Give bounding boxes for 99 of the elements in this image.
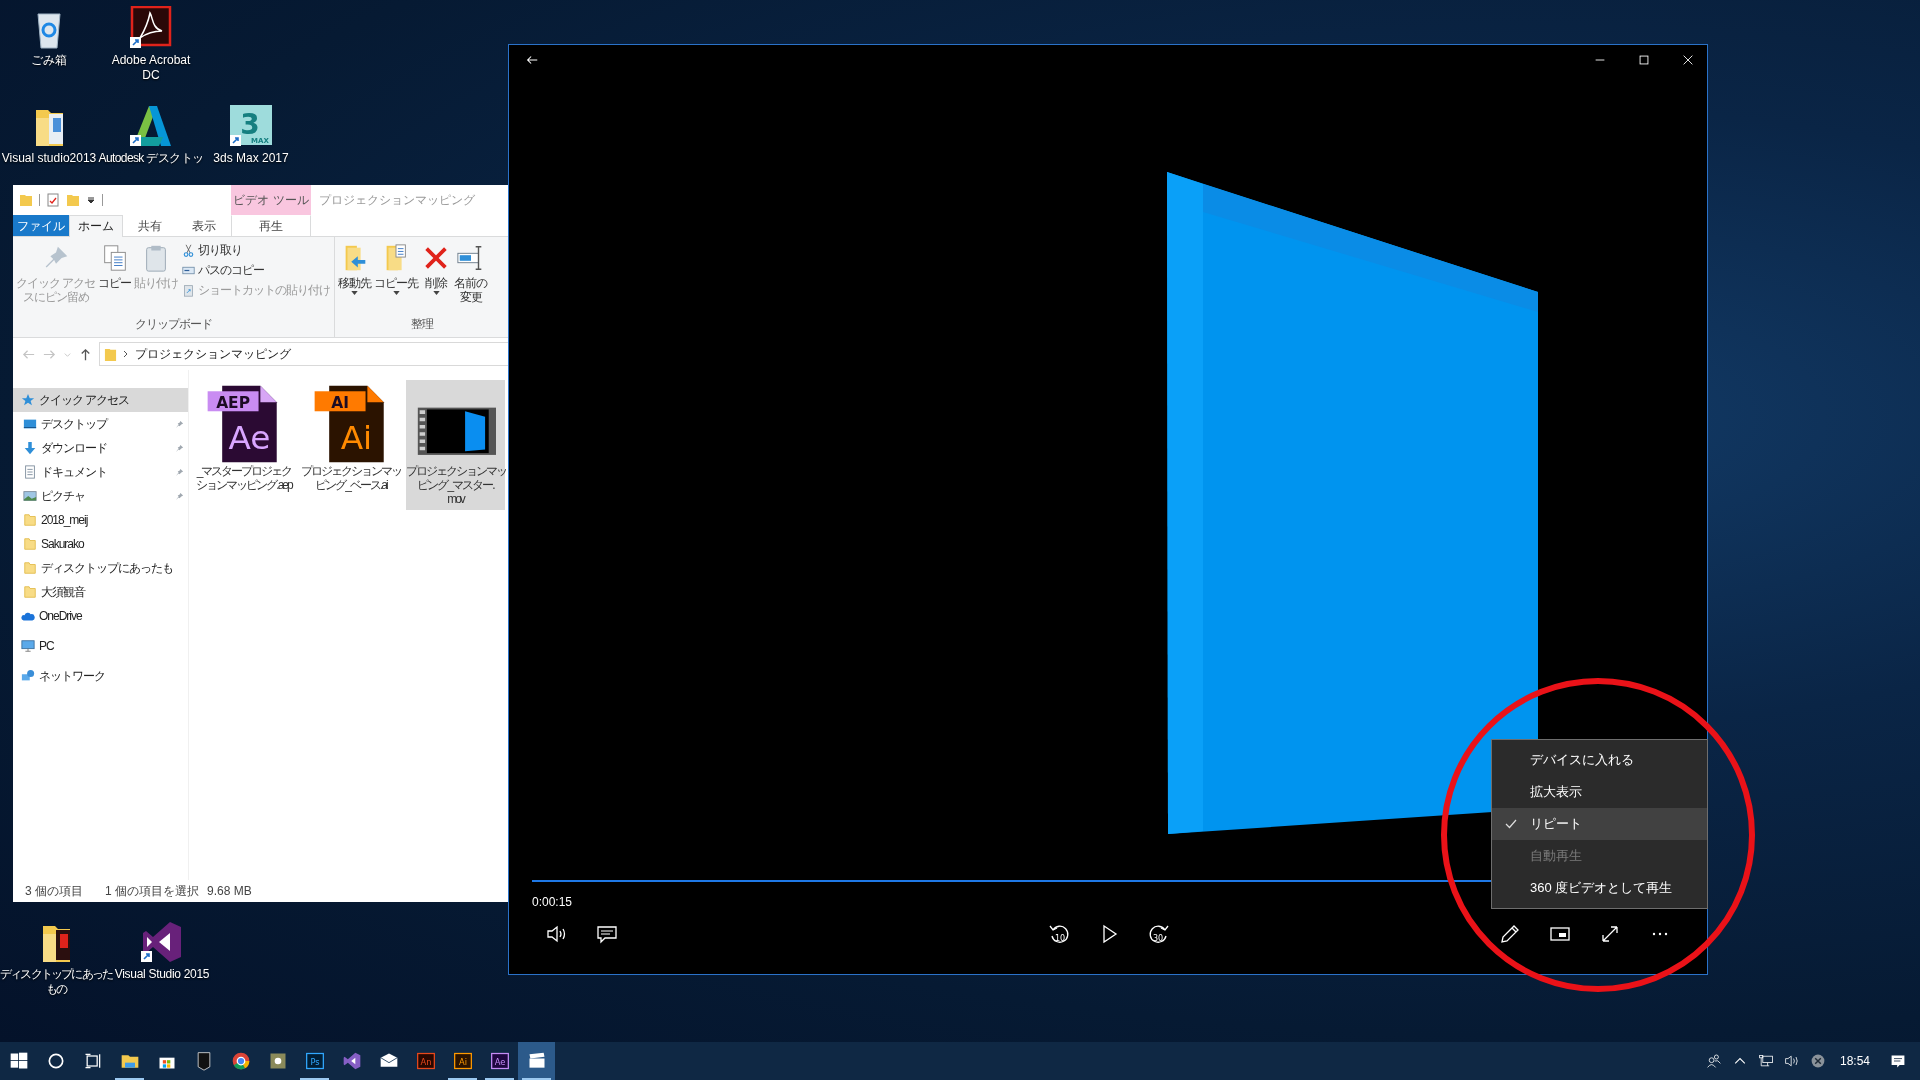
taskbar-app-button[interactable]: Ai xyxy=(444,1042,481,1080)
checkmark-icon xyxy=(1504,817,1518,831)
nav-item[interactable]: デスクトップ xyxy=(13,412,188,436)
maximize-icon[interactable] xyxy=(1637,53,1651,67)
folder-icon xyxy=(104,346,117,362)
volume-icon[interactable] xyxy=(1783,1053,1800,1069)
star-icon xyxy=(21,393,35,407)
chevron-right-icon xyxy=(123,350,129,358)
desktop-icon-label[interactable]: 3ds Max 2017 xyxy=(213,151,289,166)
status-text: 9.68 MB xyxy=(207,884,252,898)
nav-item[interactable]: 大須観音 xyxy=(13,580,188,604)
ribbon-button[interactable]: パスのコピー xyxy=(180,261,333,280)
ribbon-group-label: 整理 xyxy=(409,316,435,333)
nav-item[interactable]: ダウンロード xyxy=(13,436,188,460)
status-text: 3 個の項目 xyxy=(25,882,84,900)
file-item[interactable]: AI Ai プロジェクションマッ ピング_ベース.ai xyxy=(299,380,403,496)
scissors-icon xyxy=(182,244,196,257)
desktop-icon-label[interactable]: DC xyxy=(142,68,160,83)
window-title: プロジェクションマッピング xyxy=(319,191,475,209)
triangle-logo-icon[interactable] xyxy=(129,104,173,148)
folder-icon xyxy=(23,537,37,551)
close-icon[interactable] xyxy=(1681,53,1695,67)
ribbon-button[interactable]: 移動先 xyxy=(337,241,373,316)
monitor-icon xyxy=(23,417,37,431)
nav-item[interactable]: ネットワーク xyxy=(13,664,188,688)
clipboard-icon xyxy=(182,284,196,297)
ribbon-tab[interactable]: 再生 xyxy=(231,215,311,236)
status-text: 1 個の項目を選択 xyxy=(105,882,199,900)
people-icon[interactable] xyxy=(1705,1053,1722,1069)
desktop-icon-label[interactable]: Visual studio2013 xyxy=(1,151,97,166)
desktop-icon-label[interactable]: ごみ箱 xyxy=(31,53,67,68)
ribbon-tab[interactable]: ホーム xyxy=(69,215,123,237)
ribbon-button[interactable]: 削除 xyxy=(420,241,453,316)
desktop-icon-label[interactable]: Autodesk デスクトッ xyxy=(98,151,204,166)
download-arrow-icon xyxy=(23,441,37,455)
app-logo-icon xyxy=(341,1051,362,1071)
desktop-icon-label[interactable]: もの xyxy=(45,982,67,997)
network-icon[interactable] xyxy=(1757,1053,1774,1069)
ribbon-button[interactable]: コピー先 xyxy=(373,241,420,316)
menu-item[interactable]: リピート xyxy=(1492,808,1707,840)
menu-item[interactable]: 拡大表示 xyxy=(1492,776,1707,808)
taskbar-app-button[interactable] xyxy=(518,1042,555,1080)
app-logo-icon: Ps xyxy=(304,1051,325,1071)
back-arrow-icon[interactable] xyxy=(525,53,539,67)
picture-icon xyxy=(23,489,37,503)
monitor-icon xyxy=(21,639,35,653)
nav-item[interactable]: ドキュメント xyxy=(13,460,188,484)
nav-item[interactable]: ピクチャ xyxy=(13,484,188,508)
app-logo-icon: Ai xyxy=(452,1051,473,1071)
clock[interactable]: 18:54 xyxy=(1839,1054,1870,1068)
app-logo-icon[interactable] xyxy=(140,920,184,964)
app-logo-icon: Ae xyxy=(489,1051,510,1071)
folder-icon xyxy=(23,585,37,599)
nav-item[interactable]: Sakurako xyxy=(13,532,188,556)
app-logo-icon[interactable] xyxy=(129,6,173,50)
nav-item[interactable]: PC xyxy=(13,634,188,658)
desktop-icon-label[interactable]: Adobe Acrobat xyxy=(111,53,191,68)
dropdown-caret-icon[interactable] xyxy=(86,195,96,205)
nav-item[interactable]: ディスクトップにあったも xyxy=(13,556,188,580)
ribbon-button[interactable]: コピー xyxy=(97,241,133,316)
context-tab-header: ビデオ ツール xyxy=(231,185,311,215)
menu-item[interactable]: 360 度ビデオとして再生 xyxy=(1492,872,1707,904)
address-bar[interactable]: プロジェクションマッピング xyxy=(99,342,508,366)
ribbon-tab[interactable]: 表示 xyxy=(177,215,231,236)
menu-item[interactable]: デバイスに入れる xyxy=(1492,744,1707,776)
app-logo-icon: An xyxy=(415,1051,436,1071)
document-icon xyxy=(23,465,37,479)
pin-icon xyxy=(175,467,184,477)
desktop-icon-label[interactable]: Visual Studio 2015 xyxy=(114,967,210,982)
ribbon-tab[interactable]: 共有 xyxy=(123,215,177,236)
ribbon-button[interactable]: 名前の 変更 xyxy=(453,241,489,316)
network-icon xyxy=(21,669,35,683)
nav-item[interactable]: 2018_meij xyxy=(13,508,188,532)
dropdown-caret-icon xyxy=(432,291,440,295)
dropdown-caret-icon xyxy=(392,291,400,295)
browser-logo-icon xyxy=(230,1051,251,1071)
pin-icon xyxy=(175,443,184,453)
file-item[interactable]: プロジェクションマッ ピング_マスター. mov xyxy=(406,380,505,510)
ribbon-tab[interactable]: ファイル xyxy=(13,215,69,236)
taskbar-app-button[interactable]: An xyxy=(407,1042,444,1080)
taskbar-app-button[interactable]: Ps xyxy=(296,1042,333,1080)
error-circle-icon[interactable] xyxy=(1809,1053,1826,1069)
ribbon-group-label: クリップボード xyxy=(134,316,214,333)
elapsed-time: 0:00:15 xyxy=(532,895,574,910)
pin-icon xyxy=(175,491,184,501)
pin-icon xyxy=(175,419,184,429)
properties-icon[interactable] xyxy=(46,193,60,207)
dropdown-caret-icon xyxy=(351,291,359,295)
windows-logo-icon xyxy=(8,1051,29,1071)
folder-icon xyxy=(23,513,37,527)
file-item[interactable]: AEP Ae _マスタープロジェク ションマッピング.aep xyxy=(192,380,296,496)
taskbar-app-button[interactable]: Ae xyxy=(481,1042,518,1080)
folder-icon xyxy=(23,561,37,575)
ribbon-button[interactable]: 切り取り xyxy=(180,241,333,260)
path-icon xyxy=(182,264,196,277)
notification-icon[interactable] xyxy=(1890,1053,1906,1069)
nav-item[interactable]: OneDrive xyxy=(13,604,188,628)
nav-item[interactable]: クイック アクセス xyxy=(13,388,188,412)
desktop-icon-label[interactable]: ディスクトップにあった xyxy=(0,967,113,982)
